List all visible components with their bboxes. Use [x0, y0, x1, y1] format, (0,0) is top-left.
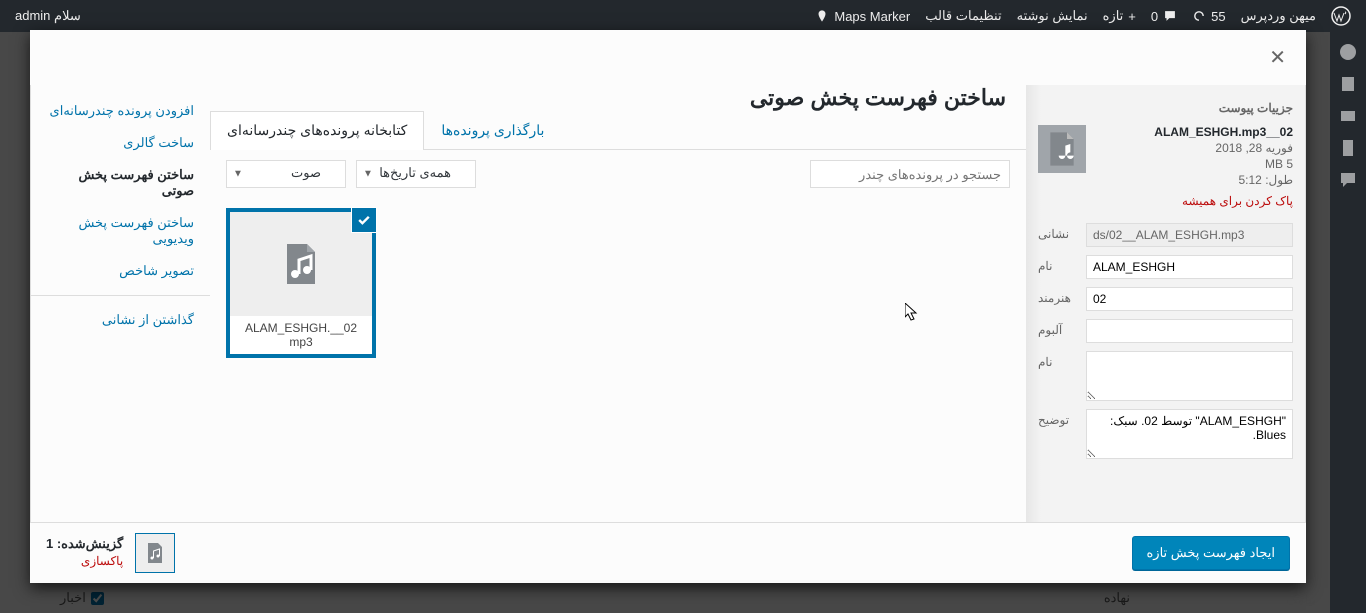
delete-attachment-link[interactable]: پاک کردن برای همیشه — [1182, 194, 1293, 208]
audio-file-icon — [143, 541, 167, 565]
media-item[interactable]: ALAM_ESHGH.__02 mp3 — [226, 208, 376, 358]
admin-bar: میهن وردپرس 55 0 + تازه نمایش نوشته تنظی… — [0, 0, 1366, 32]
attachment-date: فوریه 28, 2018 — [1096, 141, 1293, 155]
update-icon — [1192, 9, 1206, 23]
greeting-link[interactable]: سلام admin — [15, 8, 81, 24]
new-content-link[interactable]: + تازه — [1103, 8, 1136, 24]
search-input[interactable] — [810, 160, 1010, 188]
menu-featured-image[interactable]: تصویر شاخص — [31, 255, 210, 287]
wordpress-logo-icon[interactable] — [1331, 6, 1351, 26]
url-input[interactable] — [1086, 223, 1293, 247]
caption-textarea[interactable] — [1086, 351, 1293, 401]
media-modal: ✕ جزییات پیوست ALAM_ESHGH.mp3__02 فوریه … — [30, 30, 1306, 583]
attachment-details-sidebar: جزییات پیوست ALAM_ESHGH.mp3__02 فوریه 28… — [1026, 85, 1306, 522]
updates-link[interactable]: 55 — [1192, 9, 1225, 24]
selection-count: گزینش‌شده: 1 — [46, 536, 123, 552]
create-playlist-button[interactable]: ایجاد فهرست پخش تازه — [1132, 536, 1291, 570]
audio-file-icon — [1042, 129, 1082, 169]
media-tabs: بارگذاری پرونده‌ها کتابخانه پرونده‌های چ… — [210, 111, 1026, 150]
dashboard-icon[interactable] — [1338, 42, 1358, 62]
tab-media-library[interactable]: کتابخانه پرونده‌های چندرسانه‌ای — [210, 111, 424, 150]
menu-create-gallery[interactable]: ساخت گالری — [31, 127, 210, 159]
modal-header: ✕ — [30, 30, 1306, 85]
menu-create-audio-playlist[interactable]: ساختن فهرست پخش صوتی — [31, 159, 210, 207]
caption-label: نام — [1038, 351, 1078, 369]
media-toolbar: همه‌ی تاریخ‌ها ▼ صوت ▼ — [210, 150, 1026, 198]
pages-icon[interactable] — [1338, 138, 1358, 158]
clear-selection-link[interactable]: پاکسازی — [81, 554, 123, 568]
comments-link[interactable]: 0 — [1151, 9, 1177, 24]
modal-title: ساختن فهرست پخش صوتی — [210, 85, 1006, 111]
url-label: نشانی — [1038, 223, 1078, 241]
media-icon[interactable] — [1338, 106, 1358, 126]
title-label: نام — [1038, 255, 1078, 273]
details-heading: جزییات پیوست — [1038, 101, 1293, 115]
comment-icon — [1163, 9, 1177, 23]
attachment-length: طول: 5:12 — [1096, 173, 1293, 187]
date-filter-select[interactable]: همه‌ی تاریخ‌ها ▼ — [356, 160, 476, 188]
attachment-info: ALAM_ESHGH.mp3__02 فوریه 28, 2018 MB 5 ط… — [1038, 125, 1293, 208]
modal-footer: ایجاد فهرست پخش تازه گزینش‌شده: 1 پاکساز… — [30, 522, 1306, 583]
type-filter-select[interactable]: صوت ▼ — [226, 160, 346, 188]
chevron-down-icon: ▼ — [233, 169, 243, 180]
view-post-link[interactable]: نمایش نوشته — [1017, 8, 1088, 24]
close-button[interactable]: ✕ — [1249, 30, 1306, 85]
chevron-down-icon: ▼ — [363, 169, 373, 180]
media-menu-sidebar: افزودن پرونده چندرسانه‌ای ساخت گالری ساخ… — [30, 85, 210, 522]
album-input[interactable] — [1086, 319, 1293, 343]
admin-menu-collapsed — [1330, 32, 1366, 613]
media-item-name: ALAM_ESHGH.__02 mp3 — [230, 316, 372, 354]
site-name-link[interactable]: میهن وردپرس — [1241, 8, 1316, 24]
tab-upload[interactable]: بارگذاری پرونده‌ها — [424, 111, 561, 149]
check-icon[interactable] — [352, 208, 376, 232]
title-input[interactable] — [1086, 255, 1293, 279]
attachment-size: MB 5 — [1096, 157, 1293, 171]
media-grid: ALAM_ESHGH.__02 mp3 — [210, 198, 1026, 522]
map-marker-icon — [815, 9, 829, 23]
audio-file-icon — [230, 212, 372, 316]
media-content-area: ساختن فهرست پخش صوتی بارگذاری پرونده‌ها … — [210, 85, 1026, 522]
theme-settings-link[interactable]: تنظیمات قالب — [925, 8, 1001, 24]
menu-separator — [31, 295, 210, 296]
menu-create-video-playlist[interactable]: ساختن فهرست پخش ویدیویی — [31, 207, 210, 255]
selected-thumbnail[interactable] — [135, 533, 175, 573]
description-label: توضیح — [1038, 409, 1078, 427]
menu-insert-media[interactable]: افزودن پرونده چندرسانه‌ای — [31, 95, 210, 127]
artist-label: هنرمند — [1038, 287, 1078, 305]
menu-insert-from-url[interactable]: گذاشتن از نشانی — [31, 304, 210, 336]
comments-menu-icon[interactable] — [1338, 170, 1358, 190]
artist-input[interactable] — [1086, 287, 1293, 311]
maps-marker-link[interactable]: Maps Marker — [815, 9, 910, 24]
posts-icon[interactable] — [1338, 74, 1358, 94]
description-textarea[interactable]: "ALAM_ESHGH" توسط 02. سبک: Blues. — [1086, 409, 1293, 459]
attachment-thumbnail — [1038, 125, 1086, 173]
album-label: آلبوم — [1038, 319, 1078, 337]
attachment-filename: ALAM_ESHGH.mp3__02 — [1096, 125, 1293, 139]
